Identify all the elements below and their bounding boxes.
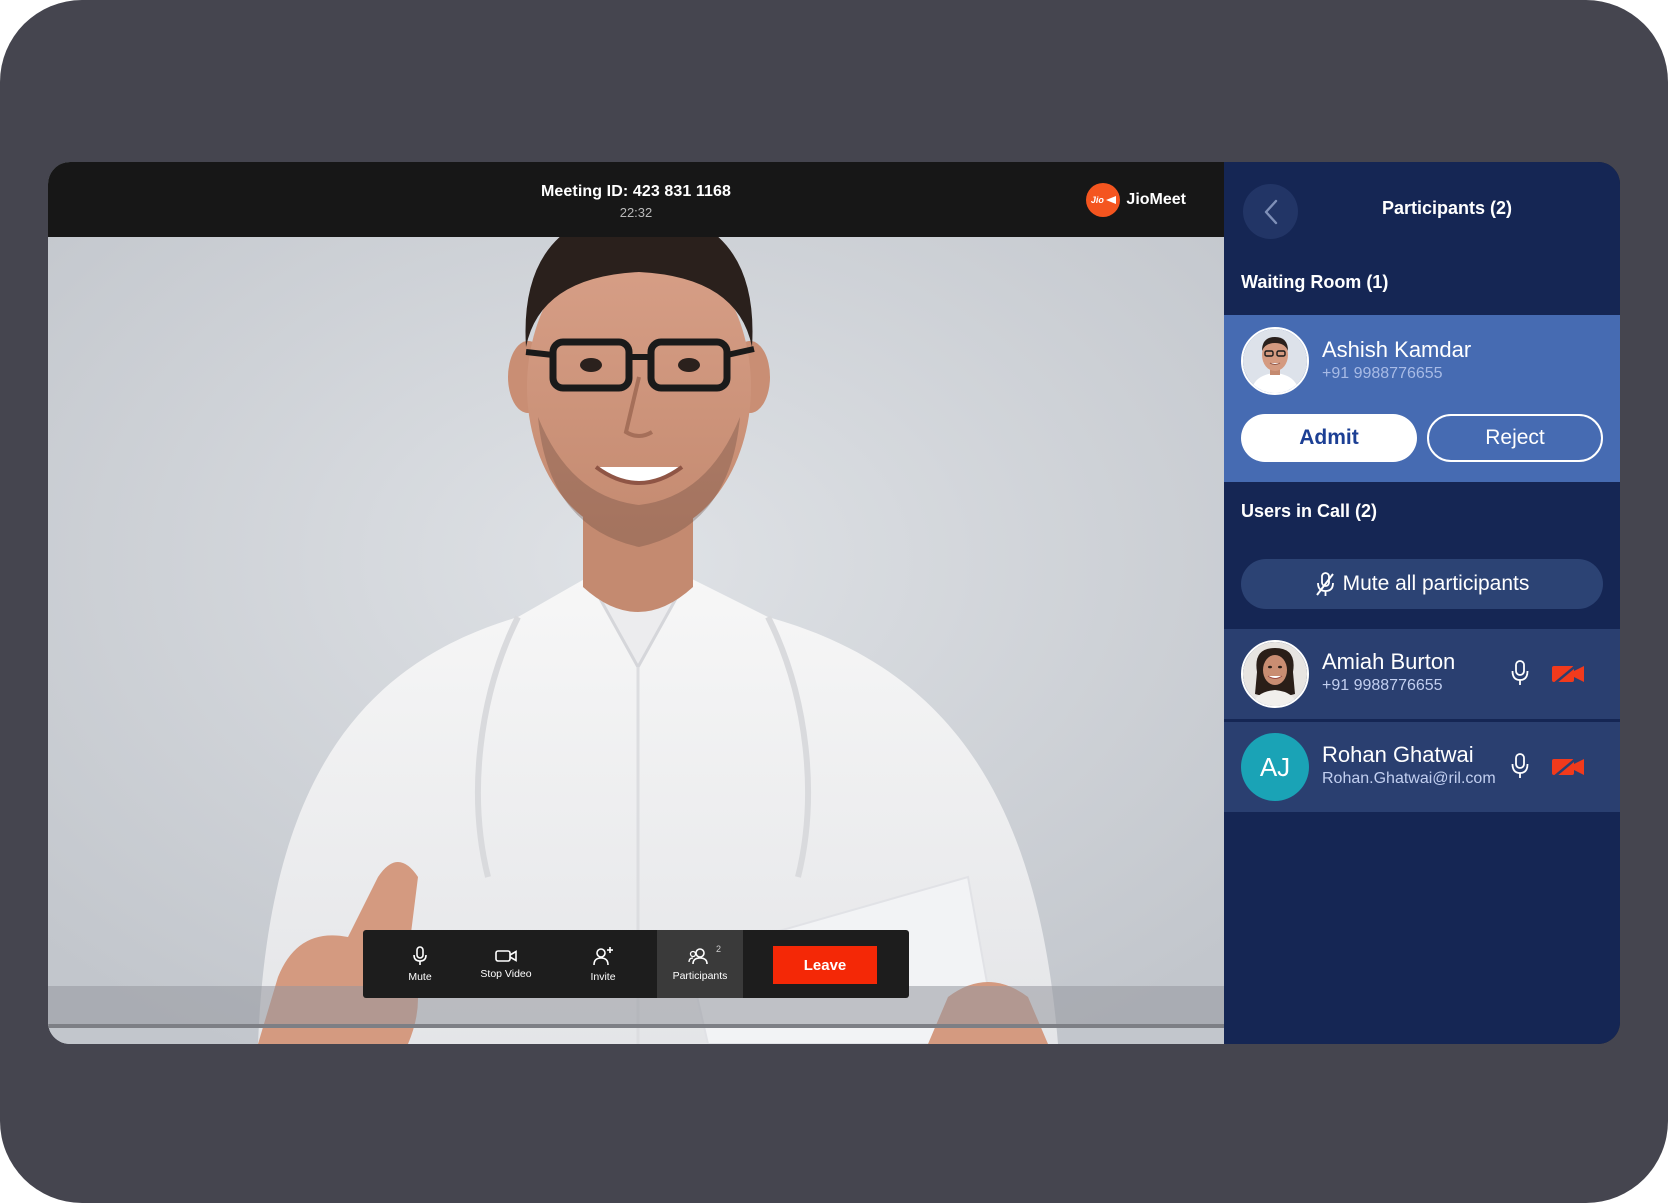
waiting-participant-phone: +91 9988776655 bbox=[1322, 365, 1443, 382]
waiting-participant-name: Ashish Kamdar bbox=[1322, 337, 1472, 362]
chevron-left-icon bbox=[1264, 199, 1277, 224]
leave-button[interactable]: Leave bbox=[773, 946, 877, 984]
meeting-header: Meeting ID: 423 831 1168 22:32 Jio JioMe… bbox=[48, 162, 1224, 237]
participant-detail: +91 9988776655 bbox=[1322, 677, 1443, 694]
participant-video-button[interactable] bbox=[1551, 756, 1585, 782]
invite-label: Invite bbox=[590, 970, 616, 983]
admit-button[interactable]: Admit bbox=[1241, 414, 1417, 462]
avatar: AJ bbox=[1241, 733, 1309, 801]
mute-button[interactable]: Mute bbox=[377, 930, 463, 998]
avatar bbox=[1241, 640, 1309, 708]
participant-name: Rohan Ghatwai bbox=[1322, 742, 1474, 767]
panel-title: Participants (2) bbox=[1381, 198, 1513, 218]
brand-name: JioMeet bbox=[1126, 191, 1186, 208]
jiomeet-logo-icon: Jio bbox=[1086, 183, 1121, 217]
participants-count-badge: 2 bbox=[715, 944, 721, 954]
meeting-timer: 22:32 bbox=[619, 205, 653, 220]
microphone-icon bbox=[1511, 753, 1529, 778]
microphone-icon bbox=[1511, 660, 1529, 685]
video-camera-icon bbox=[495, 949, 517, 962]
back-button[interactable] bbox=[1243, 184, 1298, 239]
avatar bbox=[1241, 327, 1309, 395]
microphone-icon bbox=[413, 945, 427, 965]
brand: Jio JioMeet bbox=[1086, 183, 1186, 217]
video-off-icon bbox=[1552, 663, 1584, 685]
brand-logo-text: Jio bbox=[1090, 195, 1104, 205]
device-frame: Meeting ID: 423 831 1168 22:32 Jio JioMe… bbox=[0, 0, 1668, 1203]
call-toolbar: Mute Stop Video Invite 2 Participants Le… bbox=[363, 930, 909, 998]
participant-mic-button[interactable] bbox=[1511, 659, 1529, 692]
waiting-room-title: Waiting Room (1) bbox=[1241, 272, 1389, 292]
participants-icon bbox=[688, 947, 708, 964]
meeting-area: Meeting ID: 423 831 1168 22:32 Jio JioMe… bbox=[48, 162, 1224, 1044]
mute-all-button[interactable]: Mute all participants bbox=[1241, 559, 1603, 609]
mute-label: Mute bbox=[408, 970, 432, 983]
users-in-call-title: Users in Call (2) bbox=[1241, 501, 1378, 521]
participant-video-button[interactable] bbox=[1551, 663, 1585, 689]
list-item: Amiah Burton +91 9988776655 bbox=[1224, 629, 1620, 719]
mute-all-label: Mute all participants bbox=[1342, 572, 1530, 595]
app-screen: Meeting ID: 423 831 1168 22:32 Jio JioMe… bbox=[48, 162, 1620, 1044]
add-user-icon bbox=[593, 946, 613, 965]
invite-button[interactable]: Invite bbox=[549, 930, 657, 998]
reject-button[interactable]: Reject bbox=[1427, 414, 1603, 462]
participants-panel: Participants (2) Waiting Room (1) Ashish… bbox=[1224, 162, 1620, 1044]
stop-video-label: Stop Video bbox=[480, 967, 532, 980]
participant-mic-button[interactable] bbox=[1511, 752, 1529, 785]
participants-label: Participants bbox=[672, 969, 728, 982]
microphone-off-icon bbox=[1315, 572, 1334, 596]
video-off-icon bbox=[1552, 756, 1584, 778]
video-person-illustration bbox=[48, 237, 1224, 1044]
video-feed bbox=[48, 237, 1224, 1044]
participant-detail: Rohan.Ghatwai@ril.com bbox=[1322, 770, 1496, 787]
stop-video-button[interactable]: Stop Video bbox=[463, 930, 549, 998]
list-item: AJ Rohan Ghatwai Rohan.Ghatwai@ril.com bbox=[1224, 722, 1620, 812]
participants-button[interactable]: 2 Participants bbox=[657, 930, 743, 998]
video-progress-line bbox=[48, 1024, 1224, 1028]
participant-name: Amiah Burton bbox=[1322, 649, 1456, 674]
meeting-id: Meeting ID: 423 831 1168 bbox=[540, 183, 732, 200]
waiting-participant-card: Ashish Kamdar +91 9988776655 Admit Rejec… bbox=[1224, 315, 1620, 482]
